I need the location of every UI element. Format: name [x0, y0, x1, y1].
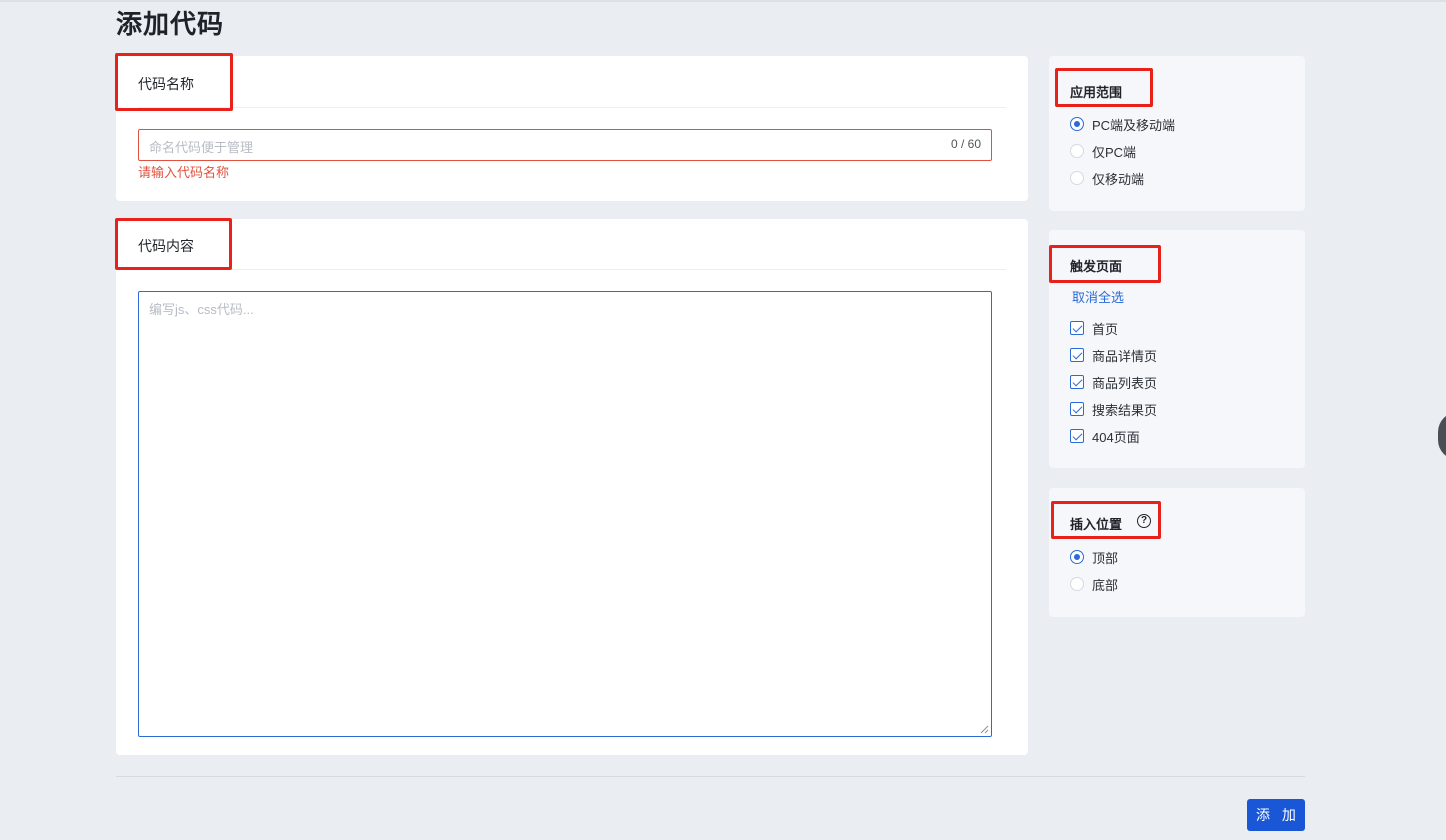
trigger-option-404[interactable]: 404页面: [1070, 427, 1140, 445]
floating-edge-handle[interactable]: [1438, 412, 1446, 460]
page-title: 添加代码: [116, 9, 225, 39]
trigger-option-label: 首页: [1092, 321, 1119, 337]
code-content-card: 代码内容 编写js、css代码...: [116, 219, 1028, 755]
position-option-top[interactable]: 顶部: [1070, 548, 1118, 566]
scope-title: 应用范围: [1070, 85, 1123, 100]
radio-unselected[interactable]: [1070, 577, 1084, 591]
trigger-card: 触发页面 取消全选 首页 商品详情页 商品列表页 搜索结果页 404页面: [1049, 230, 1305, 468]
trigger-option-home[interactable]: 首页: [1070, 319, 1118, 337]
position-title: 插入位置: [1070, 517, 1123, 532]
code-content-textarea[interactable]: 编写js、css代码...: [138, 291, 992, 737]
code-name-counter: 0 / 60: [950, 137, 981, 151]
code-name-error: 请输入代码名称: [138, 165, 230, 180]
resize-grip-icon[interactable]: [979, 724, 989, 734]
checkbox-checked[interactable]: [1070, 321, 1084, 335]
checkbox-checked[interactable]: [1070, 375, 1084, 389]
code-content-divider: [138, 269, 1006, 270]
checkbox-checked[interactable]: [1070, 402, 1084, 416]
scope-option-mobile-only[interactable]: 仅移动端: [1070, 169, 1144, 187]
trigger-option-search-results[interactable]: 搜索结果页: [1070, 400, 1157, 418]
deselect-all-link[interactable]: 取消全选: [1072, 287, 1124, 306]
scope-option-pc-only[interactable]: 仅PC端: [1070, 142, 1136, 160]
radio-unselected[interactable]: [1070, 144, 1084, 158]
code-name-card: 代码名称 命名代码便于管理 0 / 60 请输入代码名称: [116, 56, 1028, 201]
code-name-input[interactable]: 命名代码便于管理 0 / 60: [138, 129, 992, 161]
footer-divider: [116, 776, 1305, 777]
position-option-label: 底部: [1092, 577, 1119, 593]
scope-option-label: 仅PC端: [1092, 144, 1137, 160]
top-border: [0, 0, 1446, 2]
radio-unselected[interactable]: [1070, 171, 1084, 185]
trigger-option-label: 404页面: [1092, 429, 1140, 445]
page: 添加代码 代码名称 命名代码便于管理 0 / 60 请输入代码名称 代码内容 编…: [0, 0, 1446, 840]
code-content-title: 代码内容: [138, 238, 194, 254]
add-button[interactable]: 添 加: [1247, 799, 1305, 831]
trigger-option-product-list[interactable]: 商品列表页: [1070, 373, 1157, 391]
position-option-bottom[interactable]: 底部: [1070, 575, 1118, 593]
position-card: 插入位置 ? 顶部 底部: [1049, 488, 1305, 617]
checkbox-checked[interactable]: [1070, 429, 1084, 443]
code-name-placeholder: 命名代码便于管理: [149, 140, 254, 155]
trigger-option-label: 商品列表页: [1092, 375, 1158, 391]
radio-selected[interactable]: [1070, 550, 1084, 564]
code-content-placeholder: 编写js、css代码...: [149, 302, 254, 317]
scope-option-label: 仅移动端: [1092, 171, 1145, 187]
position-option-label: 顶部: [1092, 550, 1119, 566]
trigger-title: 触发页面: [1070, 259, 1123, 274]
code-name-divider: [138, 107, 1006, 108]
trigger-option-label: 商品详情页: [1092, 348, 1158, 364]
scope-option-label: PC端及移动端: [1092, 117, 1176, 133]
radio-selected[interactable]: [1070, 117, 1084, 131]
trigger-option-label: 搜索结果页: [1092, 402, 1158, 418]
scope-card: 应用范围 PC端及移动端 仅PC端 仅移动端: [1049, 56, 1305, 211]
trigger-option-product-detail[interactable]: 商品详情页: [1070, 346, 1157, 364]
code-name-title: 代码名称: [138, 76, 194, 92]
checkbox-checked[interactable]: [1070, 348, 1084, 362]
scope-option-pc-mobile[interactable]: PC端及移动端: [1070, 115, 1175, 133]
question-circle-icon[interactable]: ?: [1137, 514, 1151, 528]
